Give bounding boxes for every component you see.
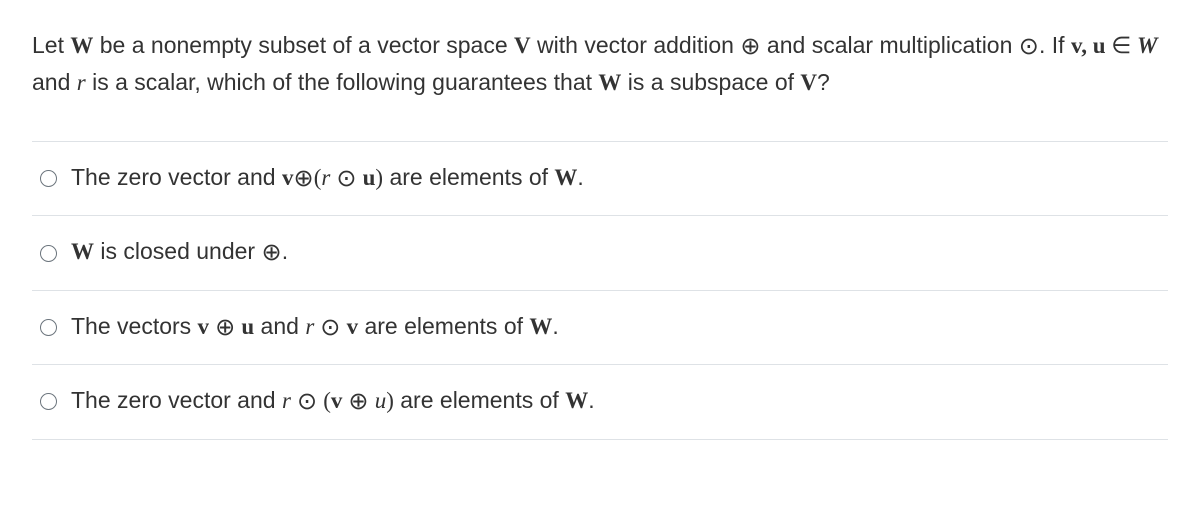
oplus-icon: ⊕ [740, 33, 760, 60]
in-symbol: ∈ [1106, 33, 1138, 58]
var-W: W [565, 388, 588, 413]
text: are elements of [358, 313, 529, 339]
odot-icon: ⊙ [314, 314, 346, 341]
text: . If [1039, 32, 1071, 58]
var-v: v [331, 388, 343, 413]
option-label: W is closed under ⊕. [71, 234, 288, 271]
text: and [254, 313, 305, 339]
radio-icon [40, 319, 57, 336]
odot-icon: ⊙ [1019, 33, 1039, 60]
var-v: v [347, 314, 359, 339]
question-stem: Let W be a nonempty subset of a vector s… [32, 28, 1168, 101]
text: with vector addition [531, 32, 741, 58]
rparen: ) [375, 165, 383, 190]
option-label: The vectors v ⊕ u and r ⊙ v are elements… [71, 309, 559, 346]
text: is closed under [94, 238, 261, 264]
text: . [282, 238, 288, 264]
var-r: r [321, 165, 330, 190]
var-W: W [598, 70, 621, 95]
text: The zero vector and [71, 164, 282, 190]
question-text: Let W be a nonempty subset of a vector s… [32, 28, 1168, 101]
option-2[interactable]: W is closed under ⊕. [32, 216, 1168, 290]
var-u: u [375, 388, 387, 413]
var-u: u [241, 314, 254, 339]
var-r: r [282, 388, 291, 413]
var-vu: v, u [1071, 33, 1106, 58]
text: ? [817, 69, 830, 95]
oplus-icon: ⊕ [209, 314, 241, 341]
oplus-icon: ⊕ [342, 388, 374, 415]
radio-icon [40, 170, 57, 187]
var-W: W [1137, 33, 1157, 58]
lparen: ( [323, 388, 331, 413]
var-W: W [70, 33, 93, 58]
var-W: W [71, 239, 94, 264]
text: be a nonempty subset of a vector space [93, 32, 514, 58]
var-W: W [554, 165, 577, 190]
radio-icon [40, 245, 57, 262]
text: are elements of [383, 164, 554, 190]
odot-icon: ⊙ [330, 165, 362, 192]
var-v: v [198, 314, 210, 339]
option-label: The zero vector and r ⊙ (v ⊕ u) are elem… [71, 383, 595, 420]
options-list: The zero vector and v⊕(r ⊙ u) are elemen… [32, 141, 1168, 440]
oplus-icon: ⊕ [261, 240, 281, 267]
var-u: u [363, 165, 376, 190]
text: The vectors [71, 313, 198, 339]
text: and scalar multiplication [761, 32, 1019, 58]
radio-icon [40, 393, 57, 410]
text: . [552, 313, 558, 339]
var-r: r [77, 70, 86, 95]
oplus-icon: ⊕ [293, 165, 313, 192]
text: . [577, 164, 583, 190]
text: Let [32, 32, 70, 58]
text: and [32, 69, 77, 95]
var-V: V [514, 33, 531, 58]
text: are elements of [394, 387, 565, 413]
var-r: r [305, 314, 314, 339]
var-V: V [800, 70, 817, 95]
text: is a subspace of [621, 69, 800, 95]
text: . [588, 387, 594, 413]
text: The zero vector and [71, 387, 282, 413]
var-v: v [282, 165, 294, 190]
option-3[interactable]: The vectors v ⊕ u and r ⊙ v are elements… [32, 291, 1168, 365]
option-4[interactable]: The zero vector and r ⊙ (v ⊕ u) are elem… [32, 365, 1168, 439]
var-W: W [529, 314, 552, 339]
option-label: The zero vector and v⊕(r ⊙ u) are elemen… [71, 160, 584, 197]
option-1[interactable]: The zero vector and v⊕(r ⊙ u) are elemen… [32, 142, 1168, 216]
text: is a scalar, which of the following guar… [86, 69, 599, 95]
odot-icon: ⊙ [291, 388, 323, 415]
rparen: ) [386, 388, 394, 413]
